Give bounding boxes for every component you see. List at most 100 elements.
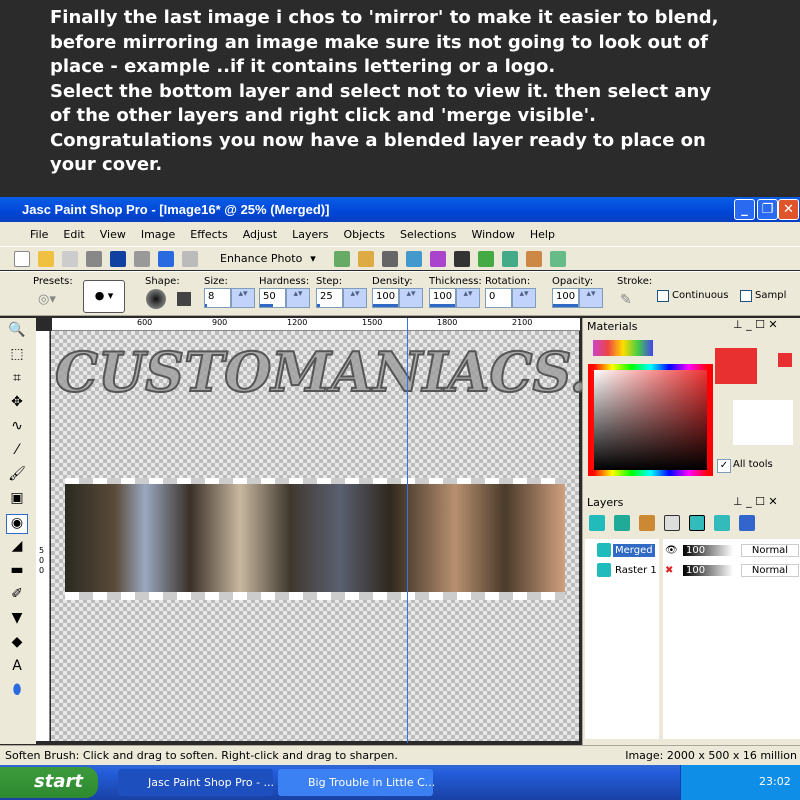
square-shape-button[interactable] (177, 292, 191, 306)
title-bar: Jasc Paint Shop Pro - [Image16* @ 25% (M… (0, 197, 800, 222)
menu-help[interactable]: Help (530, 228, 555, 241)
stroke-icon[interactable]: ✎ (620, 292, 632, 308)
layer-opacity[interactable]: 100 (683, 544, 733, 556)
freehand-selection-icon[interactable]: ∿ (6, 418, 28, 438)
round-shape-button[interactable] (146, 289, 166, 309)
size-spinner[interactable]: ▴▾ (231, 288, 255, 308)
new-icon[interactable] (14, 250, 30, 267)
visibility-eye-icon[interactable]: 👁 (665, 545, 683, 556)
maximize-button[interactable]: ❐ (757, 199, 778, 220)
rotation-spinner[interactable]: ▴▾ (512, 288, 536, 308)
color-picker[interactable] (588, 364, 713, 476)
dropper-tool-icon[interactable]: ⁄ (6, 442, 28, 462)
dodge-brush-icon[interactable]: ◢ (6, 538, 28, 558)
density-input[interactable]: 100 (372, 288, 399, 308)
film-icon[interactable] (453, 250, 470, 267)
chevron-down-icon[interactable]: ▾ (310, 252, 316, 265)
delete-layer-icon[interactable] (714, 515, 730, 531)
palette-window-controls[interactable]: ⊥ _ ☐ ✕ (733, 318, 778, 331)
open-icon[interactable] (38, 250, 54, 267)
new-vector-layer-icon[interactable] (614, 515, 630, 531)
soften-brush-icon[interactable]: ◉ (6, 514, 28, 534)
new-raster-layer-icon[interactable] (589, 515, 605, 531)
script-icon[interactable] (525, 250, 542, 267)
scan-icon[interactable] (62, 250, 78, 267)
3d-icon[interactable] (405, 250, 422, 267)
picture-tube-icon[interactable]: ✐ (6, 586, 28, 606)
color-balance-icon[interactable] (357, 250, 374, 267)
continuous-checkbox[interactable] (657, 290, 669, 302)
enhance-photo-dropdown[interactable]: Enhance Photo (220, 252, 302, 265)
cut-icon[interactable] (86, 250, 102, 267)
browser-icon[interactable] (429, 250, 446, 267)
all-tools-checkbox[interactable]: ✓ (717, 459, 731, 473)
layers-icon[interactable] (501, 250, 518, 267)
redo-icon[interactable] (182, 250, 198, 267)
blend-mode[interactable]: Normal (741, 543, 799, 557)
close-button[interactable]: ✕ (778, 199, 799, 220)
undo-icon[interactable] (158, 250, 174, 267)
thickness-input[interactable]: 100 (429, 288, 456, 308)
menu-window[interactable]: Window (471, 228, 514, 241)
taskbar-item-firefox[interactable]: Big Trouble in Little C... (278, 769, 435, 796)
vertical-guide[interactable] (407, 318, 408, 743)
preset-shape-icon[interactable]: ⬮ (6, 682, 28, 702)
density-spinner[interactable]: ▴▾ (399, 288, 423, 308)
new-group-layer-icon[interactable] (689, 515, 705, 531)
size-input[interactable]: 8 (204, 288, 231, 308)
thickness-spinner[interactable]: ▴▾ (456, 288, 480, 308)
menu-selections[interactable]: Selections (400, 228, 456, 241)
palette-window-controls[interactable]: ⊥ _ ☐ ✕ (733, 495, 778, 508)
menu-adjust[interactable]: Adjust (243, 228, 277, 241)
zoom-tool-icon[interactable]: 🔍 (6, 322, 28, 342)
minimize-button[interactable]: _ (734, 199, 755, 220)
menu-effects[interactable]: Effects (190, 228, 227, 241)
eraser-icon[interactable]: ▬ (6, 562, 28, 582)
red-eye-icon[interactable] (381, 250, 398, 267)
palette-tabs[interactable] (593, 340, 653, 356)
clone-brush-icon[interactable]: ▣ (6, 490, 28, 510)
flood-fill-icon[interactable]: ▼ (6, 610, 28, 630)
layer-opacity[interactable]: 100 (683, 564, 733, 576)
crop-tool-icon[interactable]: ⌗ (6, 370, 28, 390)
selection-tool-icon[interactable]: ⬚ (6, 346, 28, 366)
menu-image[interactable]: Image (141, 228, 175, 241)
hardness-input[interactable]: 50 (259, 288, 286, 308)
paint-brush-icon[interactable]: 🖌 (6, 466, 28, 486)
menu-layers[interactable]: Layers (292, 228, 328, 241)
move-tool-icon[interactable]: ✥ (6, 394, 28, 414)
pen-tool-icon[interactable]: ◆ (6, 634, 28, 654)
new-mask-layer-icon[interactable] (664, 515, 680, 531)
tool-options-bar: Presets: ◎▾ ● ▾ Shape: Size: 8 ▴▾ Hardness:… (0, 271, 800, 316)
rotation-input[interactable]: 0 (485, 288, 512, 308)
auto-fix-icon[interactable] (333, 250, 350, 267)
foreground-small-swatch[interactable] (778, 353, 792, 367)
text-tool-icon[interactable]: A (6, 658, 28, 678)
taskbar-item-paint-shop-pro[interactable]: Jasc Paint Shop Pro - ... (118, 769, 274, 796)
overview-icon[interactable] (549, 250, 566, 267)
background-color-swatch[interactable] (733, 400, 793, 445)
step-input[interactable]: 25 (316, 288, 343, 308)
edit-selection-icon[interactable] (739, 515, 755, 531)
opacity-input[interactable]: 100 (552, 288, 579, 308)
menu-file[interactable]: File (30, 228, 48, 241)
presets-dropdown[interactable]: ◎▾ (38, 292, 56, 307)
opacity-spinner[interactable]: ▴▾ (579, 288, 603, 308)
menu-objects[interactable]: Objects (343, 228, 385, 241)
step-spinner[interactable]: ▴▾ (343, 288, 367, 308)
menu-view[interactable]: View (100, 228, 126, 241)
visibility-hidden-icon[interactable]: ✖ (665, 565, 683, 576)
brush-tip-dropdown[interactable]: ● ▾ (83, 280, 125, 313)
hardness-spinner[interactable]: ▴▾ (286, 288, 310, 308)
sample-merged-checkbox[interactable] (740, 290, 752, 302)
new-art-media-layer-icon[interactable] (639, 515, 655, 531)
layer-row-raster-1[interactable]: Raster 1 (597, 561, 659, 579)
palette-icon[interactable] (477, 250, 494, 267)
menu-edit[interactable]: Edit (63, 228, 84, 241)
start-button[interactable]: start (0, 767, 98, 798)
save-icon[interactable] (110, 250, 126, 267)
layer-row-merged[interactable]: Merged (597, 541, 655, 559)
foreground-color-swatch[interactable] (715, 348, 757, 384)
blend-mode[interactable]: Normal (741, 563, 799, 577)
print-icon[interactable] (134, 250, 150, 267)
